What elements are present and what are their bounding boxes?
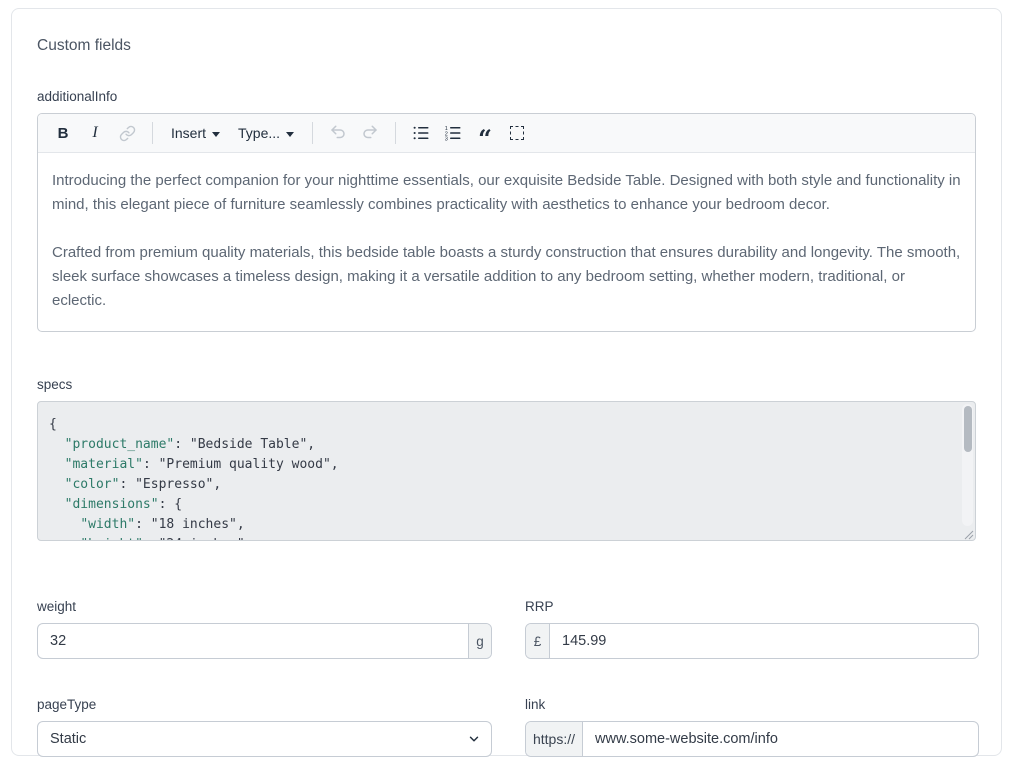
specs-label: specs	[37, 377, 976, 392]
pagetype-link-row: pageType Static link https://	[37, 697, 976, 757]
chevron-down-icon	[212, 132, 220, 137]
specs-textarea[interactable]: { "product_name": "Bedside Table", "mate…	[37, 401, 976, 541]
pagetype-select-wrap: Static	[37, 721, 492, 757]
bullet-list-icon	[412, 124, 430, 142]
link-input[interactable]	[583, 722, 978, 756]
type-dropdown-label: Type...	[238, 125, 280, 141]
pagetype-select[interactable]: Static	[37, 721, 492, 757]
link-button[interactable]	[112, 119, 142, 147]
dashed-square-button[interactable]	[502, 119, 532, 147]
specs-code: { "product_name": "Bedside Table", "mate…	[38, 402, 975, 541]
chevron-down-icon	[286, 132, 294, 137]
protocol-prefix: https://	[526, 722, 583, 756]
redo-button[interactable]	[355, 119, 385, 147]
card-title: Custom fields	[37, 37, 976, 55]
link-field-group: link https://	[525, 697, 979, 757]
insert-dropdown[interactable]: Insert	[163, 119, 228, 147]
custom-fields-card: Custom fields additionalInfo B I Insert …	[11, 8, 1002, 756]
toolbar-divider	[152, 122, 153, 144]
scrollbar-thumb[interactable]	[964, 406, 972, 452]
specs-scrollbar[interactable]	[962, 404, 973, 526]
rrp-input[interactable]	[550, 624, 978, 658]
weight-input[interactable]	[38, 624, 468, 658]
weight-rrp-row: weight g RRP £	[37, 599, 976, 659]
blockquote-button[interactable]: “	[470, 119, 500, 147]
editor-content-area[interactable]: Introducing the perfect companion for yo…	[38, 153, 975, 331]
undo-button[interactable]	[323, 119, 353, 147]
type-dropdown[interactable]: Type...	[230, 119, 302, 147]
link-input-group: https://	[525, 721, 979, 757]
svg-text:3: 3	[445, 137, 448, 143]
rrp-field-group: RRP £	[525, 599, 979, 659]
pagetype-field-group: pageType Static	[37, 697, 492, 757]
blockquote-icon: “	[478, 134, 492, 144]
additional-info-label: additionalInfo	[37, 89, 976, 104]
bold-button[interactable]: B	[48, 119, 78, 147]
link-icon	[119, 125, 136, 142]
redo-icon	[361, 124, 379, 142]
undo-icon	[329, 124, 347, 142]
insert-dropdown-label: Insert	[171, 125, 206, 141]
weight-input-group: g	[37, 623, 492, 659]
weight-field-group: weight g	[37, 599, 492, 659]
pagetype-label: pageType	[37, 697, 492, 712]
editor-paragraph: Introducing the perfect companion for yo…	[52, 169, 961, 217]
weight-unit-suffix: g	[468, 624, 491, 658]
rrp-label: RRP	[525, 599, 979, 614]
toolbar-divider	[312, 122, 313, 144]
editor-toolbar: B I Insert Type...	[38, 114, 975, 153]
dashed-square-icon	[510, 126, 524, 140]
link-label: link	[525, 697, 979, 712]
toolbar-divider	[395, 122, 396, 144]
resize-handle-icon[interactable]	[962, 527, 974, 539]
numbered-list-button[interactable]: 1 2 3	[438, 119, 468, 147]
rrp-input-group: £	[525, 623, 979, 659]
currency-prefix: £	[526, 624, 550, 658]
numbered-list-icon: 1 2 3	[444, 124, 462, 142]
bullet-list-button[interactable]	[406, 119, 436, 147]
weight-label: weight	[37, 599, 492, 614]
italic-button[interactable]: I	[80, 119, 110, 147]
editor-paragraph: Crafted from premium quality materials, …	[52, 241, 961, 313]
rich-text-editor: B I Insert Type...	[37, 113, 976, 332]
